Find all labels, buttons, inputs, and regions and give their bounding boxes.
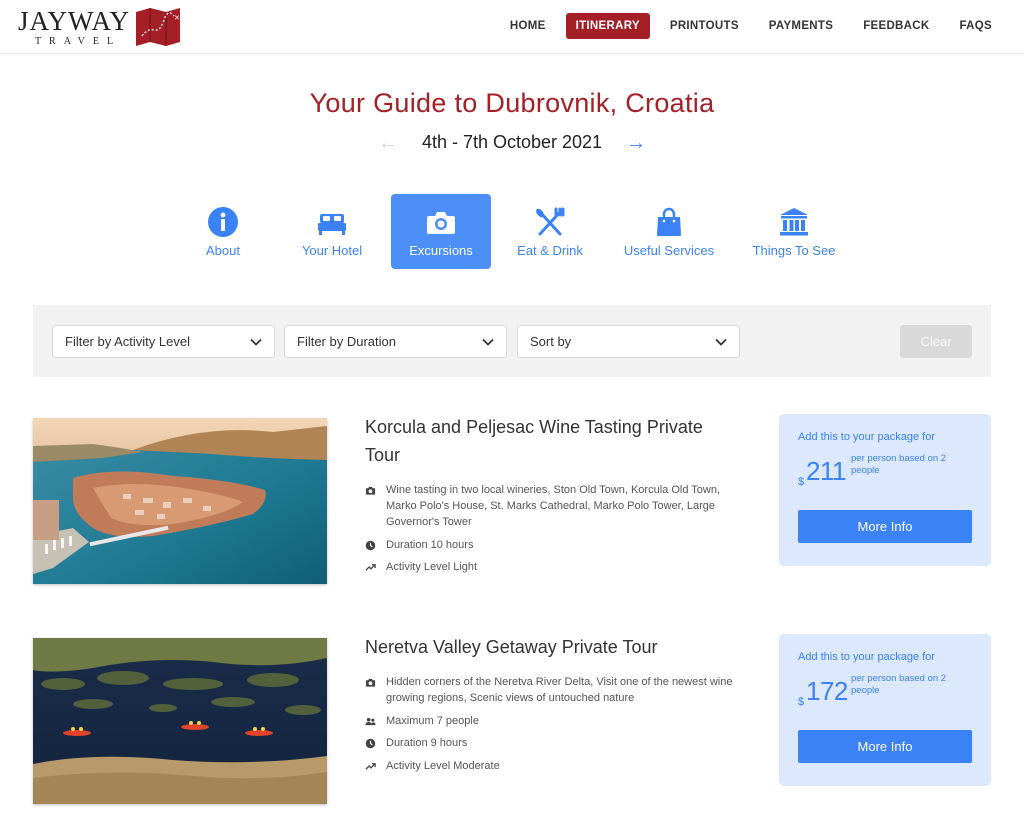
nav-payments[interactable]: PAYMENTS (759, 13, 843, 39)
camera-icon (427, 212, 455, 234)
nav-feedback[interactable]: FEEDBACK (853, 13, 939, 39)
tab-label: Things To See (752, 243, 836, 258)
price-note: per person based on 2 people (851, 673, 947, 696)
tab-label: Your Hotel (301, 243, 363, 258)
clear-button[interactable]: Clear (900, 325, 972, 358)
excursion-group-size: Maximum 7 people (365, 713, 745, 732)
duration-text: Duration 9 hours (386, 737, 468, 749)
nav-home[interactable]: HOME (500, 13, 556, 39)
excursion-activity-level: Activity Level Light (365, 559, 745, 578)
nav-itinerary[interactable]: ITINERARY (565, 13, 650, 39)
price-amount: 211 (806, 456, 846, 486)
tab-about[interactable]: About (191, 194, 255, 269)
excursion-duration: Duration 10 hours (365, 537, 745, 556)
duration-select[interactable]: Filter by Duration (284, 325, 507, 358)
nav-printouts[interactable]: PRINTOUTS (660, 13, 749, 39)
landmark-icon (780, 208, 808, 236)
tab-label: Eat & Drink (517, 243, 583, 258)
excursion-title[interactable]: Neretva Valley Getaway Private Tour (365, 633, 725, 661)
price-note: per person based on 2 people (851, 453, 947, 476)
guide-tabs: About Your Hotel Excursions Eat & Drink … (0, 194, 1024, 269)
chevron-down-icon (482, 338, 494, 346)
utensils-icon (536, 207, 565, 236)
price-currency: $ (798, 696, 805, 708)
svg-text:✕: ✕ (174, 14, 180, 22)
highlights-text: Wine tasting in two local wineries, Ston… (386, 484, 721, 528)
excursion-card: Neretva Valley Getaway Private Tour Hidd… (33, 634, 991, 818)
more-info-button[interactable]: More Info (798, 730, 972, 763)
excursion-photo[interactable] (33, 418, 327, 584)
excursion-highlights: Hidden corners of the Neretva River Delt… (365, 674, 745, 706)
date-navigator: ← 4th - 7th October 2021 → (0, 132, 1024, 153)
price-amount: 172 (806, 676, 848, 706)
activity-level-select[interactable]: Filter by Activity Level (52, 325, 275, 358)
filter-bar: Filter by Activity Level Filter by Durat… (33, 305, 991, 377)
tab-your-hotel[interactable]: Your Hotel (291, 194, 373, 269)
trending-up-icon (365, 763, 376, 770)
excursion-highlights: Wine tasting in two local wineries, Ston… (365, 482, 745, 530)
price-label: Add this to your package for (798, 651, 935, 663)
clock-icon (365, 540, 376, 551)
excursion-photo[interactable] (33, 638, 327, 804)
page-title: Your Guide to Dubrovnik, Croatia (309, 88, 715, 118)
camera-icon (365, 486, 376, 495)
duration-text: Duration 10 hours (386, 539, 474, 551)
excursion-activity-level: Activity Level Moderate (365, 758, 745, 777)
logo-wordmark: JAYWAY (18, 5, 131, 36)
tab-label: Excursions (409, 243, 473, 258)
info-icon (208, 207, 238, 237)
arrow-right-icon[interactable]: → (626, 133, 646, 153)
sort-select[interactable]: Sort by (517, 325, 740, 358)
highlights-text: Hidden corners of the Neretva River Delt… (386, 676, 733, 704)
korcula-island-image (33, 418, 327, 584)
excursion-card: Korcula and Peljesac Wine Tasting Privat… (33, 414, 991, 598)
select-label: Filter by Activity Level (65, 334, 190, 349)
clock-icon (365, 738, 376, 749)
trending-up-icon (365, 564, 376, 571)
main-nav: HOME ITINERARY PRINTOUTS PAYMENTS FEEDBA… (490, 13, 1002, 39)
excursion-duration: Duration 9 hours (365, 735, 745, 754)
nav-faqs[interactable]: FAQS (949, 13, 1002, 39)
price-currency: $ (798, 476, 805, 488)
tab-excursions[interactable]: Excursions (391, 194, 491, 269)
price-label: Add this to your package for (798, 431, 935, 443)
tab-eat-drink[interactable]: Eat & Drink (511, 194, 589, 269)
more-info-button[interactable]: More Info (798, 510, 972, 543)
map-logo-icon: ✕ (136, 8, 181, 46)
tab-useful-services[interactable]: Useful Services (616, 194, 722, 269)
users-icon (365, 717, 376, 726)
trip-dates: 4th - 7th October 2021 (421, 132, 603, 152)
select-label: Sort by (530, 334, 572, 349)
chevron-down-icon (250, 338, 262, 346)
tab-label: About (206, 243, 240, 258)
arrow-left-icon[interactable]: ← (378, 133, 398, 153)
jayway-logo[interactable]: JAYWAY TRAVEL ✕ (18, 6, 182, 48)
logo-subtitle: TRAVEL (34, 35, 122, 47)
excursion-title[interactable]: Korcula and Peljesac Wine Tasting Privat… (365, 413, 725, 469)
tab-things-to-see[interactable]: Things To See (746, 194, 842, 269)
activity-text: Activity Level Light (386, 561, 478, 573)
price-box: Add this to your package for $ 211 per p… (779, 414, 991, 566)
camera-icon (365, 678, 376, 687)
group-text: Maximum 7 people (386, 715, 479, 727)
neretva-delta-image (33, 638, 327, 804)
tab-label: Useful Services (623, 243, 715, 258)
price-box: Add this to your package for $ 172 per p… (779, 634, 991, 786)
activity-text: Activity Level Moderate (386, 760, 500, 772)
bed-icon (318, 214, 346, 235)
chevron-down-icon (715, 338, 727, 346)
shopping-bag-icon (657, 207, 681, 236)
select-label: Filter by Duration (297, 334, 396, 349)
site-header: JAYWAY TRAVEL ✕ HOME ITINERARY PRINTOUTS… (0, 0, 1024, 54)
